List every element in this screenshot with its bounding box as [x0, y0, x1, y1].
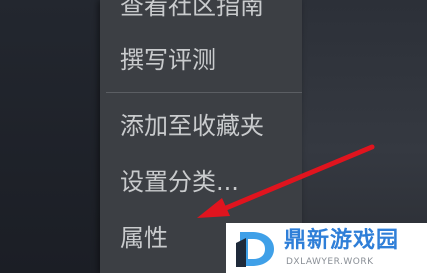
watermark-title: 鼎新游戏园 — [284, 228, 400, 253]
watermark: 鼎新游戏园 DXLAWYER.WORK — [226, 223, 427, 273]
logo-icon — [236, 232, 274, 267]
watermark-subtitle: DXLAWYER.WORK — [286, 257, 374, 267]
